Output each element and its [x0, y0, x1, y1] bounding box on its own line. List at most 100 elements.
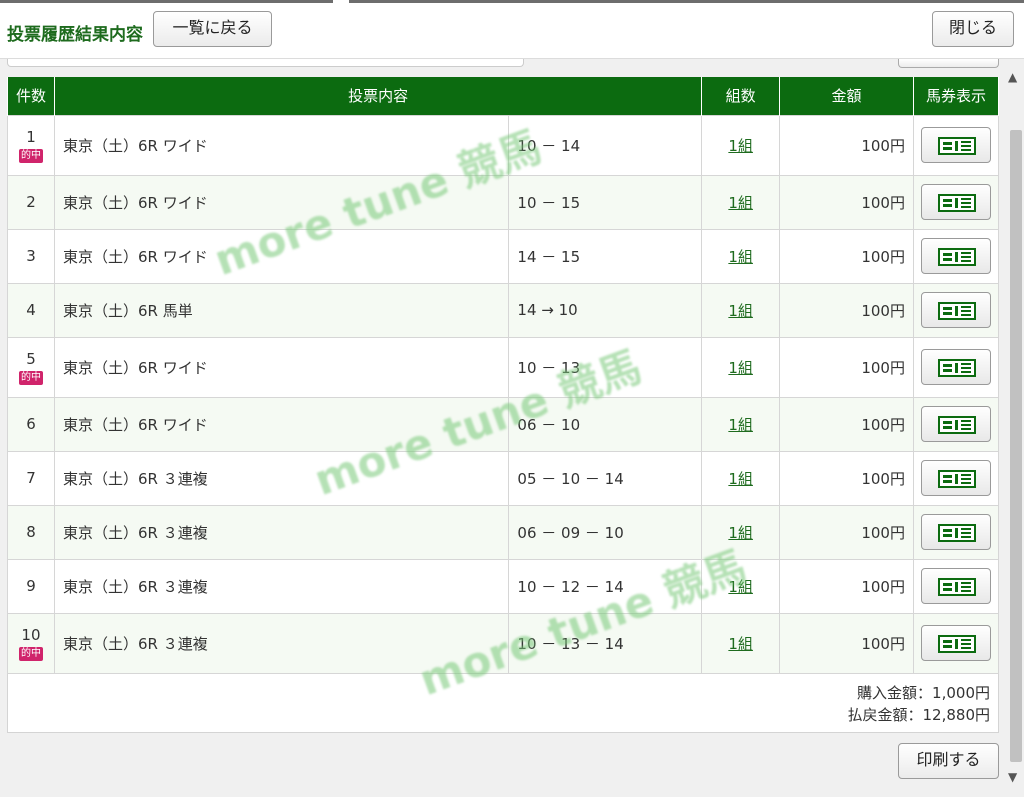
- show-ticket-button[interactable]: [920, 292, 991, 328]
- race-info: 東京（土）6R ３連複: [53, 558, 510, 614]
- show-ticket-button[interactable]: [920, 184, 991, 220]
- col-header-ticket: 馬券表示: [912, 77, 1000, 115]
- row-number-cell: 1 的中: [7, 114, 55, 176]
- table-row: 3 東京（土）6R ワイド 14 － 15 1組 100円: [7, 228, 1000, 284]
- row-number: 2: [26, 193, 36, 211]
- show-ticket-button[interactable]: [920, 514, 991, 550]
- sets-cell: 1組: [701, 450, 781, 506]
- row-number-cell: 5 的中: [7, 336, 55, 398]
- sets-cell: 1組: [701, 558, 781, 614]
- ticket-icon: [937, 359, 976, 377]
- scrollbar-thumb[interactable]: [1010, 130, 1022, 762]
- show-ticket-button[interactable]: [920, 127, 991, 163]
- print-button[interactable]: 印刷する: [898, 743, 999, 779]
- ticket-cell: [912, 228, 1000, 284]
- amount-cell: 100円: [779, 114, 914, 176]
- ticket-icon: [937, 194, 976, 212]
- bet-combination: 14 － 15: [508, 228, 703, 284]
- sets-cell: 1組: [701, 174, 781, 230]
- row-number-cell: 3: [7, 228, 55, 284]
- amount-cell: 100円: [779, 504, 914, 560]
- row-number: 7: [26, 469, 36, 487]
- table-row: 10 的中 東京（土）6R ３連複 10 － 13 － 14 1組 100円: [7, 612, 1000, 674]
- hit-badge: 的中: [18, 646, 43, 661]
- hit-badge: 的中: [18, 370, 43, 385]
- show-ticket-button[interactable]: [920, 406, 991, 442]
- ticket-icon: [937, 635, 976, 653]
- bet-combination: 06 － 09 － 10: [508, 504, 703, 560]
- scroll-up-arrow-icon[interactable]: ▲: [1008, 70, 1017, 84]
- ticket-cell: [912, 450, 1000, 506]
- col-header-count: 件数: [7, 77, 55, 115]
- sets-link[interactable]: 1組: [728, 635, 753, 653]
- row-number: 8: [26, 523, 36, 541]
- amount-cell: 100円: [779, 336, 914, 398]
- amount-cell: 100円: [779, 282, 914, 338]
- hit-badge: 的中: [18, 148, 43, 163]
- bet-combination: 10 － 13 － 14: [508, 612, 703, 674]
- sets-cell: 1組: [701, 114, 781, 176]
- sets-link[interactable]: 1組: [728, 416, 753, 434]
- ticket-icon: [937, 524, 976, 542]
- row-number: 3: [26, 247, 36, 265]
- bet-combination: 06 － 10: [508, 396, 703, 452]
- obscured-button: [898, 59, 999, 68]
- ticket-cell: [912, 396, 1000, 452]
- sets-link[interactable]: 1組: [728, 137, 753, 155]
- bet-combination: 14 → 10: [508, 282, 703, 338]
- sets-link[interactable]: 1組: [728, 194, 753, 212]
- sets-cell: 1組: [701, 504, 781, 560]
- show-ticket-button[interactable]: [920, 625, 991, 661]
- col-header-amount: 金額: [779, 77, 914, 115]
- row-number: 9: [26, 577, 36, 595]
- scroll-down-arrow-icon[interactable]: ▼: [1008, 770, 1017, 784]
- bet-combination: 10 － 13: [508, 336, 703, 398]
- page-title: 投票履歴結果内容: [7, 25, 143, 45]
- row-number: 10: [21, 625, 41, 644]
- row-number: 1: [26, 127, 36, 146]
- amount-cell: 100円: [779, 612, 914, 674]
- table-header-row: 件数 投票内容 組数 金額 馬券表示: [7, 77, 1000, 115]
- table-row: 4 東京（土）6R 馬単 14 → 10 1組 100円: [7, 282, 1000, 338]
- sets-link[interactable]: 1組: [728, 470, 753, 488]
- row-number: 5: [26, 349, 36, 368]
- amount-cell: 100円: [779, 558, 914, 614]
- row-number-cell: 7: [7, 450, 55, 506]
- sets-link[interactable]: 1組: [728, 359, 753, 377]
- ticket-cell: [912, 282, 1000, 338]
- row-number-cell: 10 的中: [7, 612, 55, 674]
- row-number-cell: 4: [7, 282, 55, 338]
- sets-link[interactable]: 1組: [728, 578, 753, 596]
- sets-link[interactable]: 1組: [728, 302, 753, 320]
- row-number-cell: 2: [7, 174, 55, 230]
- payout-total: 払戻金額：12,880円: [847, 706, 991, 724]
- amount-cell: 100円: [779, 396, 914, 452]
- obscured-input: [7, 59, 524, 67]
- close-button[interactable]: 閉じる: [932, 11, 1014, 47]
- race-info: 東京（土）6R ３連複: [53, 612, 510, 674]
- amount-cell: 100円: [779, 450, 914, 506]
- table-row: 8 東京（土）6R ３連複 06 － 09 － 10 1組 100円: [7, 504, 1000, 560]
- ticket-cell: [912, 558, 1000, 614]
- row-number-cell: 8: [7, 504, 55, 560]
- show-ticket-button[interactable]: [920, 568, 991, 604]
- ticket-cell: [912, 336, 1000, 398]
- bet-combination: 10 － 14: [508, 114, 703, 176]
- show-ticket-button[interactable]: [920, 460, 991, 496]
- show-ticket-button[interactable]: [920, 238, 991, 274]
- purchase-total: 購入金額：1,000円: [857, 684, 990, 702]
- back-to-list-button[interactable]: 一覧に戻る: [153, 11, 272, 47]
- race-info: 東京（土）6R ワイド: [53, 396, 510, 452]
- sets-link[interactable]: 1組: [728, 524, 753, 542]
- row-number: 6: [26, 415, 36, 433]
- bet-combination: 05 － 10 － 14: [508, 450, 703, 506]
- sets-link[interactable]: 1組: [728, 248, 753, 266]
- show-ticket-button[interactable]: [920, 349, 991, 385]
- row-number-cell: 9: [7, 558, 55, 614]
- race-info: 東京（土）6R ワイド: [53, 336, 510, 398]
- ticket-icon: [937, 470, 976, 488]
- row-number-cell: 6: [7, 396, 55, 452]
- ticket-cell: [912, 612, 1000, 674]
- race-info: 東京（土）6R ３連複: [53, 504, 510, 560]
- table-row: 7 東京（土）6R ３連複 05 － 10 － 14 1組 100円: [7, 450, 1000, 506]
